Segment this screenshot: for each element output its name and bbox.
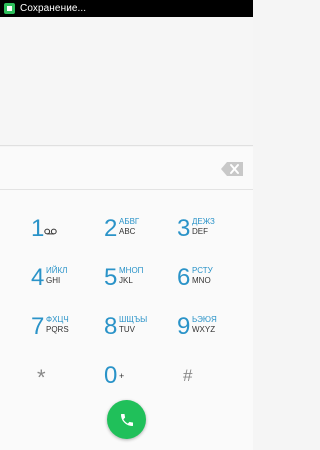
key-plus: +	[119, 371, 125, 381]
key-letters-ru: ШЩЪЫ	[119, 315, 148, 324]
key-letters-en: GHI	[46, 276, 61, 285]
key-letters-en: WXYZ	[192, 325, 216, 334]
status-bar: Сохранение...	[0, 0, 253, 17]
key-5[interactable]: 5 МНОП JKL	[104, 264, 176, 314]
key-letters-en: MNO	[192, 276, 211, 285]
digits-row	[0, 147, 253, 190]
key-hash[interactable]: #	[183, 364, 192, 388]
key-letters-en: PQRS	[46, 325, 69, 334]
key-letters-ru: АБВГ	[119, 217, 140, 226]
dialpad: 1 2 АБВГ ABC 3 ДЕЖЗ DEF 4 ИЙКЛ GHI 5 МНО…	[0, 147, 253, 450]
notification-app-icon	[4, 3, 15, 14]
key-letters-ru: РСТУ	[192, 266, 213, 275]
number-input[interactable]	[10, 157, 210, 179]
key-digit: 5	[104, 264, 118, 291]
key-digit: 2	[104, 215, 118, 242]
key-digit: 3	[177, 215, 191, 242]
key-2[interactable]: 2 АБВГ ABC	[104, 215, 176, 265]
key-digit: 1	[31, 215, 45, 242]
key-letters-en: TUV	[119, 325, 135, 334]
backspace-icon[interactable]	[221, 162, 243, 176]
status-text: Сохранение...	[20, 3, 87, 14]
key-digit: 4	[31, 264, 45, 291]
key-digit: 6	[177, 264, 191, 291]
key-digit: 9	[177, 313, 191, 340]
key-letters-en: JKL	[119, 276, 133, 285]
key-7[interactable]: 7 ФХЦЧ PQRS	[31, 313, 103, 363]
phone-icon	[120, 413, 133, 426]
key-letters-ru: МНОП	[119, 266, 144, 275]
key-1[interactable]: 1	[31, 215, 103, 265]
key-letters-ru: ЬЭЮЯ	[192, 315, 217, 324]
key-4[interactable]: 4 ИЙКЛ GHI	[31, 264, 103, 314]
key-letters-en: ABC	[119, 227, 136, 236]
key-9[interactable]: 9 ЬЭЮЯ WXYZ	[177, 313, 249, 363]
voicemail-icon	[44, 228, 57, 235]
key-digit: 8	[104, 313, 118, 340]
key-digit: 0	[104, 362, 118, 389]
key-letters-ru: ФХЦЧ	[46, 315, 69, 324]
key-letters-ru: ДЕЖЗ	[192, 217, 215, 226]
key-8[interactable]: 8 ШЩЪЫ TUV	[104, 313, 176, 363]
call-button[interactable]	[107, 400, 146, 439]
key-6[interactable]: 6 РСТУ MNO	[177, 264, 249, 314]
content-area	[0, 17, 253, 146]
key-digit: 7	[31, 313, 45, 340]
key-letters-ru: ИЙКЛ	[46, 266, 68, 275]
key-letters-en: DEF	[192, 227, 208, 236]
key-3[interactable]: 3 ДЕЖЗ DEF	[177, 215, 249, 265]
key-star[interactable]: *	[37, 366, 46, 390]
